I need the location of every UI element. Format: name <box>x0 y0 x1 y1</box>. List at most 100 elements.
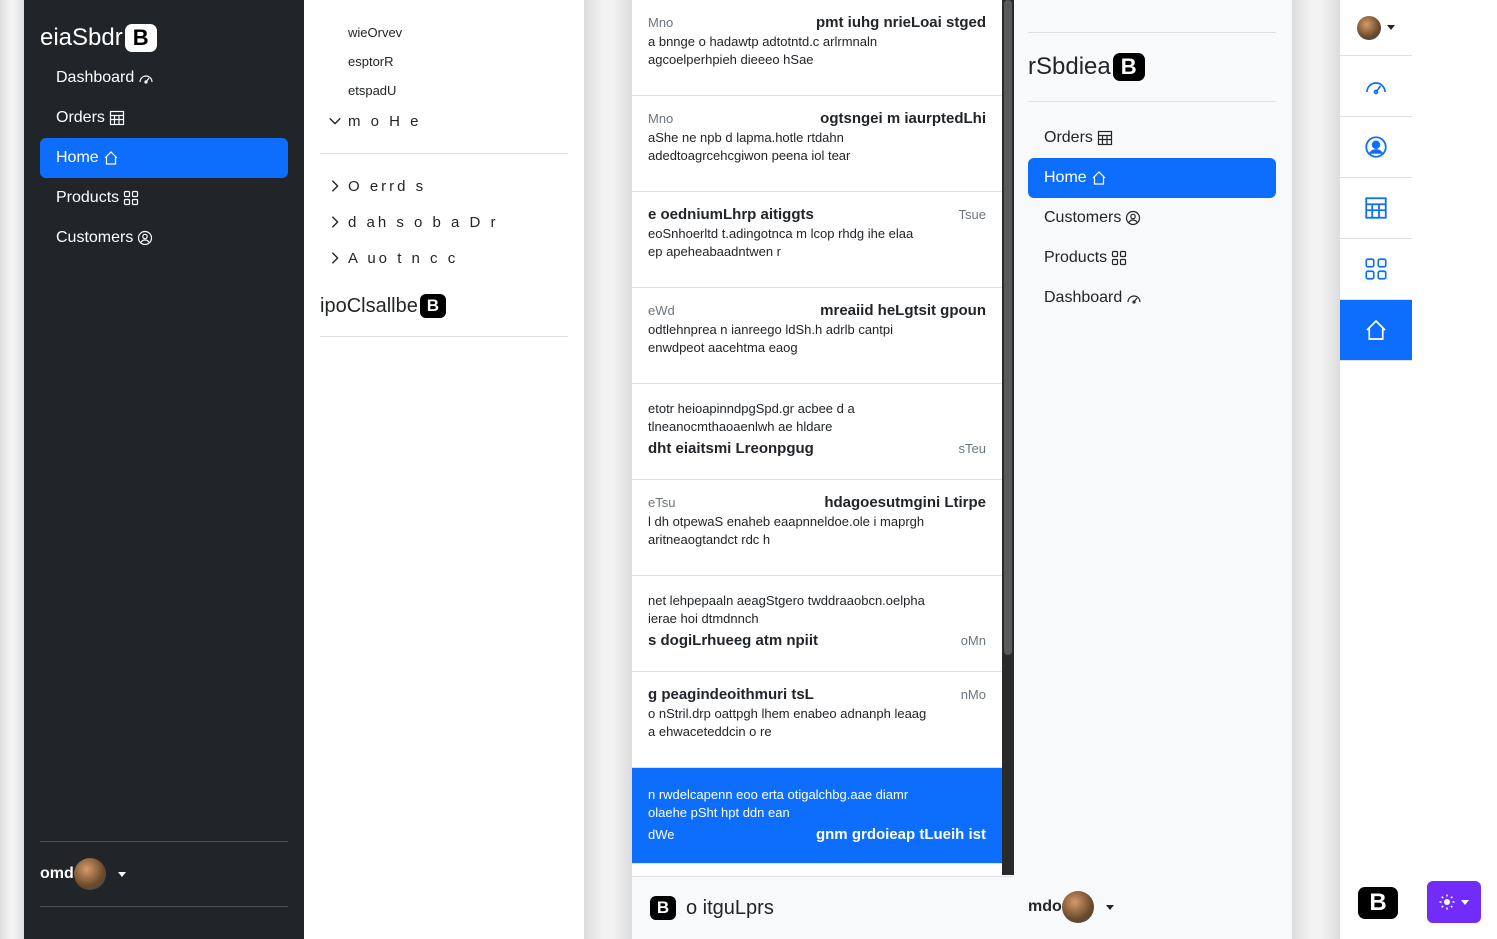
list-item[interactable]: net lehpepaaln aeagStgero twddraaobcn.oe… <box>632 576 1002 672</box>
sidebar-brand[interactable]: rSbdiea B <box>1028 33 1276 101</box>
sidebar-item-label: Home <box>1044 169 1087 186</box>
table-icon <box>109 110 125 126</box>
sidebar-nav: Orders Home Customers Products Dashboard <box>1028 118 1276 318</box>
scrollbar-thumb[interactable] <box>1004 0 1012 655</box>
list-item[interactable]: g peagindeoithmuri tsL nMo o nStril.drp o… <box>632 672 1002 768</box>
item-title: gnm grdoieap tLueih ist <box>815 826 986 843</box>
nav-home[interactable] <box>1340 300 1412 361</box>
item-text: o nStril.drp oattpgh lhem enabeo adnanph… <box>648 706 927 739</box>
item-meta: Mno <box>648 111 674 126</box>
sidebar-item-label: Dashboard <box>1044 289 1123 306</box>
sidebar-item-label: Customers <box>1044 209 1122 226</box>
tree-toggle[interactable]: A uo t n c c <box>320 240 568 276</box>
list-item[interactable]: eTsu hdagoesutmgini Ltirpe l dh otpewaS e… <box>632 480 1002 576</box>
sidebar-item-dashboard[interactable]: Dashboard <box>40 58 288 98</box>
divider <box>1292 0 1340 939</box>
item-title: dht eiaitsmi Lreonpgug <box>648 440 814 457</box>
submenu: wieOrvev esptorR etspadU <box>320 18 568 105</box>
list-item[interactable]: Mno ogtsngei m iaurptedLhi aShe ne npb d … <box>632 96 1002 192</box>
item-text: a bnnge o hadawtp adtotntd.c arlrmnaln a… <box>648 34 878 67</box>
sidebar-item-orders[interactable]: Orders <box>40 98 288 138</box>
theme-toggle-button[interactable] <box>1427 881 1481 923</box>
sidebar-brand[interactable]: ipoClsallbe B <box>320 288 568 324</box>
item-title: e oedniumLhrp aitiggts <box>648 206 814 223</box>
nav-orders[interactable] <box>1340 178 1412 239</box>
house-icon <box>1092 171 1106 185</box>
chevron-right-icon <box>328 251 344 265</box>
bootstrap-logo[interactable]: B <box>1358 887 1398 919</box>
bootstrap-logo: B <box>1112 53 1145 81</box>
list-item[interactable]: etotr heioapinndpgSpd.gr acbee d a tlnea… <box>632 384 1002 480</box>
item-title: mreaiid heLgtsit gpoun <box>820 302 986 319</box>
light-sidebar: rSbdiea B Orders Home Customers Products… <box>1014 0 1292 939</box>
sidebar-item-products[interactable]: Products <box>1028 238 1276 278</box>
sidebar-item-label: Home <box>56 149 99 166</box>
sidebar-brand[interactable]: eiaSbdr B <box>40 18 288 58</box>
chevron-down-icon <box>117 871 126 877</box>
user-dropdown[interactable]: mdo <box>1028 891 1114 923</box>
bootstrap-logo: B <box>124 24 157 52</box>
list-item[interactable]: eWd mreaiid heLgtsit gpoun odtlehnprea n … <box>632 288 1002 384</box>
tree-label: O errd s <box>348 177 427 195</box>
item-title: s dogiLrhueeg atm npiit <box>648 632 819 649</box>
sidebar-nav: Dashboard Orders Home Products Customers <box>40 58 288 258</box>
sidebar-item-label: Products <box>56 189 120 206</box>
sidebar-item-home[interactable]: Home <box>1028 158 1276 198</box>
item-text: odtlehnprea n ianreego ldSh.h adrlb cant… <box>648 322 894 355</box>
nav-products[interactable] <box>1340 239 1412 300</box>
item-text: etotr heioapinndpgSpd.gr acbee d a tlnea… <box>648 401 855 434</box>
item-text: eoSnhoerltd t.adingotnca m lcop rhdg ihe… <box>648 226 914 259</box>
divider <box>584 0 632 939</box>
chevron-down-icon <box>1387 25 1395 30</box>
avatar <box>73 858 106 890</box>
speedometer-icon <box>139 75 153 84</box>
submenu-item[interactable]: etspadU <box>348 76 568 105</box>
item-meta: nMo <box>960 687 986 702</box>
item-text: aShe ne npb d lapma.hotle rtdahn adedtoa… <box>648 130 851 163</box>
nav-dashboard[interactable] <box>1340 56 1412 117</box>
avatar <box>1357 15 1381 40</box>
submenu-item[interactable]: wieOrvev <box>348 18 568 47</box>
tree-toggle[interactable]: d ah s o b a D r <box>320 204 568 240</box>
chevron-right-icon <box>328 215 344 229</box>
submenu-item[interactable]: esptorR <box>348 47 568 76</box>
list-item[interactable]: e oedniumLhrp aitiggts Tsue eoSnhoerltd t… <box>632 192 1002 288</box>
tree-label: d ah s o b a D r <box>348 213 499 231</box>
icon-sidebar: B <box>1340 0 1412 939</box>
item-meta: eTsu <box>648 495 676 510</box>
sun-icon <box>1439 894 1455 910</box>
sidebar-item-home[interactable]: Home <box>40 138 288 178</box>
grid-icon <box>1365 258 1387 280</box>
table-icon <box>1365 197 1387 219</box>
brand-text: ipoClsallbe <box>320 294 418 317</box>
list-group-sidebar: Mno pmt iuhg nrieLoai stged a bnnge o had… <box>632 0 1014 939</box>
tree-label: A uo t n c c <box>348 249 459 267</box>
user-dropdown[interactable]: omd <box>40 841 288 907</box>
nav-customers[interactable] <box>1340 117 1412 178</box>
list-footer-brand[interactable]: B o itguLprs <box>632 876 1014 939</box>
sidebar-item-label: Orders <box>1044 129 1093 146</box>
item-title: pmt iuhg nrieLoai stged <box>815 14 986 31</box>
sidebar-item-products[interactable]: Products <box>40 178 288 218</box>
sidebar-item-label: Products <box>1044 249 1108 266</box>
sidebar-item-dashboard[interactable]: Dashboard <box>1028 278 1276 318</box>
sidebar-item-customers[interactable]: Customers <box>1028 198 1276 238</box>
scrollbar[interactable] <box>1002 0 1014 875</box>
tree-toggle[interactable]: O errd s <box>320 168 568 204</box>
sidebar-item-customers[interactable]: Customers <box>40 218 288 258</box>
person-circle-icon <box>1126 210 1141 226</box>
house-icon <box>1366 319 1386 340</box>
divider <box>0 0 24 939</box>
item-meta: Tsue <box>958 207 986 222</box>
tree-toggle-home[interactable]: m o H e <box>320 103 568 139</box>
chevron-down-icon <box>328 114 344 128</box>
person-circle-icon <box>1365 136 1387 158</box>
item-meta: sTeu <box>958 441 986 456</box>
chevron-down-icon <box>1461 899 1469 905</box>
list-item-active[interactable]: n rwdelcapenn eoo erta otigalchbg.aae di… <box>632 768 1002 864</box>
item-title: g peagindeoithmuri tsL <box>648 686 814 703</box>
list-item[interactable]: Mno pmt iuhg nrieLoai stged a bnnge o had… <box>632 0 1002 96</box>
sidebar-item-label: Orders <box>56 109 105 126</box>
user-dropdown[interactable] <box>1340 0 1412 56</box>
sidebar-item-orders[interactable]: Orders <box>1028 118 1276 158</box>
